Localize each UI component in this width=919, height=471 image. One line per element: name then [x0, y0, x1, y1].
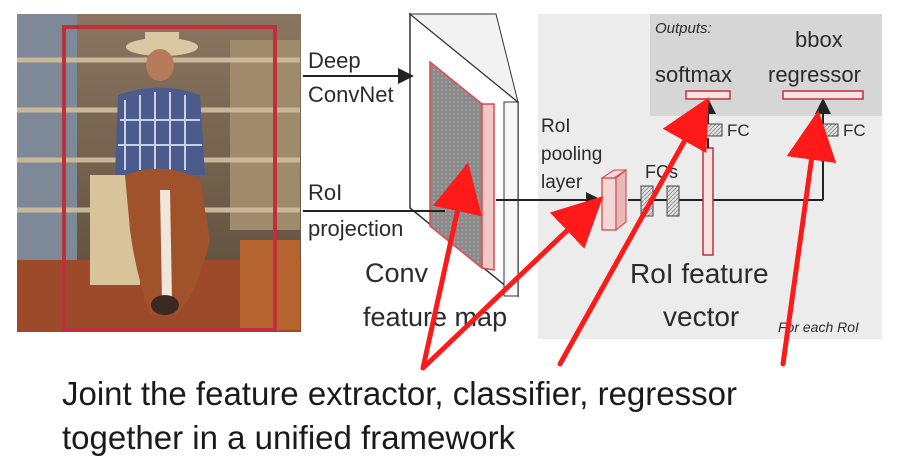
label-regressor: regressor	[768, 62, 861, 87]
bbox-output-bar	[782, 90, 864, 100]
softmax-output-bar	[685, 90, 731, 100]
conv-feature-map-block	[408, 12, 519, 298]
label-pool-roi: RoI	[541, 116, 571, 137]
label-convnet: ConvNet	[308, 82, 394, 107]
label-projection: projection	[308, 216, 403, 241]
caption-line-2: together in a unified framework	[62, 419, 516, 456]
label-softmax: softmax	[655, 62, 732, 87]
label-bbox: bbox	[795, 27, 843, 52]
input-photo	[17, 14, 301, 332]
roi-pooling-block	[600, 168, 628, 232]
caption-line-1: Joint the feature extractor, classifier,…	[62, 375, 737, 412]
fc-box-softmax	[693, 123, 723, 137]
fc-layer-2	[666, 185, 680, 217]
label-pooling: pooling	[541, 144, 602, 165]
label-vector: vector	[663, 301, 739, 332]
label-layer: layer	[541, 172, 583, 193]
label-roi-feature: RoI feature	[630, 258, 769, 289]
caption: Joint the feature extractor, classifier,…	[62, 372, 902, 460]
label-fc-left: FC	[727, 121, 750, 140]
label-fc-right: FC	[843, 121, 866, 140]
label-roi: RoI	[308, 180, 342, 205]
label-deep: Deep	[308, 48, 361, 73]
label-conv: Conv	[365, 258, 429, 288]
label-outputs: Outputs:	[655, 20, 712, 37]
roi-feature-vector-bar	[702, 147, 714, 256]
